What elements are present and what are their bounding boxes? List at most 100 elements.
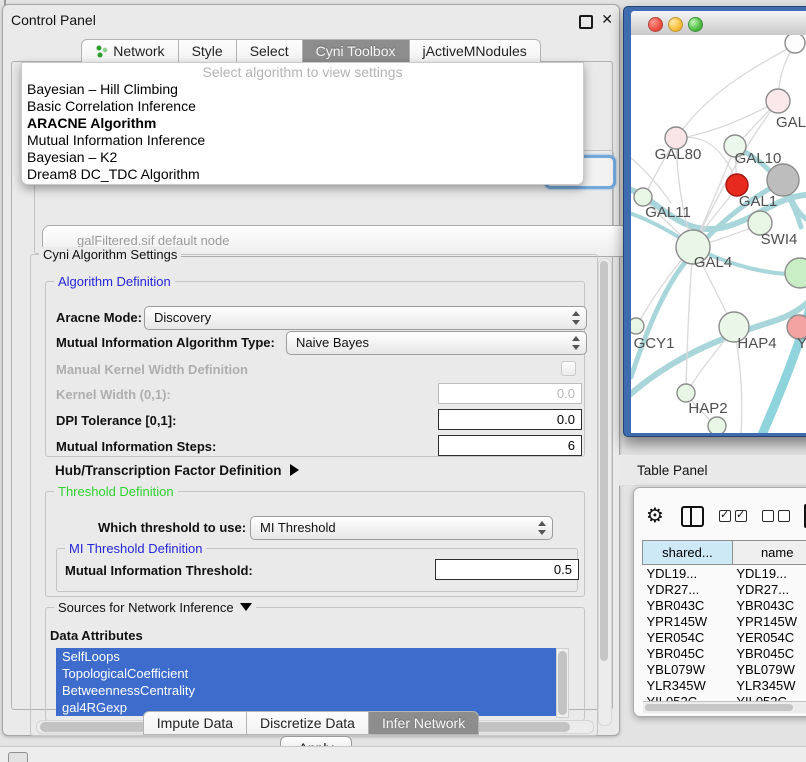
network-edge xyxy=(687,102,777,137)
table-cell: YBR045C xyxy=(643,645,733,661)
table-cell: YBL079W xyxy=(643,661,733,677)
data-attributes-label: Data Attributes xyxy=(50,628,143,643)
tab-label: Style xyxy=(192,40,223,62)
mi-threshold-field[interactable]: 0.5 xyxy=(435,559,579,580)
tab-network[interactable]: Network xyxy=(81,39,178,63)
tab-jactivemnodules[interactable]: jActiveMNodules xyxy=(409,39,541,63)
attribute-item-topologicalcoefficient[interactable]: TopologicalCoefficient xyxy=(56,665,568,682)
mi-steps-field[interactable]: 6 xyxy=(438,435,582,456)
mac-close-icon[interactable] xyxy=(648,17,663,32)
kernel-width-field[interactable]: 0.0 xyxy=(438,383,582,404)
network-view-window[interactable]: GALGAL80GAL10GAL1GAL11GAL4SWI4GCY1HAP4YH… xyxy=(623,6,806,437)
algorithm-option-mutual-information-inference[interactable]: Mutual Information Inference xyxy=(22,132,583,149)
table-row[interactable]: YLR345WYLR345W9. xyxy=(643,677,806,693)
table-cell: YPR145W xyxy=(732,613,806,629)
which-threshold-combo[interactable]: MI Threshold xyxy=(250,516,553,540)
network-node[interactable] xyxy=(785,35,805,53)
table-header-row[interactable]: shared...nameA xyxy=(643,541,806,565)
network-canvas-svg: GALGAL80GAL10GAL1GAL11GAL4SWI4GCY1HAP4YH… xyxy=(631,35,806,433)
mac-zoom-icon[interactable] xyxy=(688,17,703,32)
gear-icon[interactable]: ⚙ xyxy=(646,505,664,527)
table-horizontal-scrollbar[interactable] xyxy=(643,701,806,713)
hub-definition-toggle[interactable]: Hub/Transcription Factor Definition xyxy=(55,463,299,478)
tab-label: Network xyxy=(113,40,164,62)
network-edge xyxy=(686,248,693,391)
threshold-definition-title: Threshold Definition xyxy=(54,484,178,499)
mi-steps-label: Mutual Information Steps: xyxy=(56,439,216,454)
attributes-vertical-scrollbar[interactable] xyxy=(556,648,569,718)
bottom-tab-discretize-data[interactable]: Discretize Data xyxy=(246,711,369,735)
mi-type-value: Naive Bayes xyxy=(296,335,369,350)
expanded-arrow-icon xyxy=(240,603,252,611)
column-layout-icon[interactable] xyxy=(681,506,704,527)
column-header-name[interactable]: name xyxy=(732,541,806,565)
tab-label: Select xyxy=(250,40,289,62)
table-cell: YBR043C xyxy=(643,597,733,613)
settings-vertical-scrollbar[interactable] xyxy=(598,258,612,726)
minimized-window-fragment[interactable] xyxy=(8,752,28,762)
bottom-tab-infer-network[interactable]: Infer Network xyxy=(368,711,479,735)
control-panel-title: Control Panel xyxy=(11,12,96,28)
column-header-shared[interactable]: shared... xyxy=(643,541,733,565)
sources-title[interactable]: Sources for Network Inference xyxy=(54,600,256,615)
combo-arrows-icon xyxy=(571,332,581,354)
network-node[interactable] xyxy=(708,417,726,433)
network-window-titlebar[interactable] xyxy=(631,11,806,36)
tab-label: jActiveMNodules xyxy=(423,40,527,62)
attribute-item-selfloops[interactable]: SelfLoops xyxy=(56,648,568,665)
control-panel-window: Control Panel ✕ Network Style Select Cyni T… xyxy=(2,4,620,736)
node-table[interactable]: shared...nameA YDL19...YDL19...13YDR27..… xyxy=(642,540,806,709)
network-canvas[interactable]: GALGAL80GAL10GAL1GAL11GAL4SWI4GCY1HAP4YH… xyxy=(631,35,806,433)
tab-select[interactable]: Select xyxy=(236,39,303,63)
table-row[interactable]: YBR045CYBR045C9. xyxy=(643,645,806,661)
table-panel-titlebar: Table Panel xyxy=(619,455,806,486)
mac-minimize-icon[interactable] xyxy=(668,17,683,32)
close-icon[interactable]: ✕ xyxy=(601,11,613,28)
table-body[interactable]: YDL19...YDL19...13YDR27...YDR27...12YBR0… xyxy=(643,565,806,710)
aracne-mode-value: Discovery xyxy=(154,310,211,325)
table-cell: YBR043C xyxy=(732,597,806,613)
table-row[interactable]: YBR043CYBR043C xyxy=(643,597,806,613)
node-label-gal11: GAL11 xyxy=(645,204,691,221)
hub-definition-label: Hub/Transcription Factor Definition xyxy=(55,463,282,478)
dpi-tolerance-field[interactable]: 0.0 xyxy=(438,409,582,430)
node-label-gal10: GAL10 xyxy=(735,150,782,167)
algorithm-option-bayesian-k2[interactable]: Bayesian – K2 xyxy=(22,149,583,166)
aracne-mode-combo[interactable]: Discovery xyxy=(144,306,587,330)
table-cell: YER054C xyxy=(643,629,733,645)
control-panel-titlebar[interactable]: Control Panel ✕ xyxy=(3,5,619,33)
table-row[interactable]: YER054CYER054C8. xyxy=(643,629,806,645)
settings-group-title: Cyni Algorithm Settings xyxy=(39,247,181,262)
table-row[interactable]: YDR27...YDR27...12 xyxy=(643,581,806,597)
network-node-gcy1[interactable] xyxy=(631,318,644,334)
data-attributes-list[interactable]: SelfLoopsTopologicalCoefficientBetweenne… xyxy=(56,648,568,716)
network-icon xyxy=(95,45,108,58)
manual-kernel-checkbox[interactable] xyxy=(561,361,576,376)
network-node[interactable] xyxy=(767,164,799,196)
table-cell: YBL079W xyxy=(732,661,806,677)
manual-kernel-label: Manual Kernel Width Definition xyxy=(56,362,248,377)
node-label-hap4: HAP4 xyxy=(737,335,776,352)
table-cell: YDR27... xyxy=(732,581,806,597)
attribute-item-betweennesscentrality[interactable]: BetweennessCentrality xyxy=(56,682,568,699)
tab-cyni-toolbox[interactable]: Cyni Toolbox xyxy=(302,39,410,63)
bottom-tab-impute-data[interactable]: Impute Data xyxy=(143,711,247,735)
network-node-gal[interactable] xyxy=(766,89,790,113)
algorithm-option-dream8-dc-tdc-algorithm[interactable]: Dream8 DC_TDC Algorithm xyxy=(22,166,583,183)
table-row[interactable]: YBL079WYBL079W xyxy=(643,661,806,677)
deselect-all-rows-icon[interactable] xyxy=(762,510,790,522)
mi-type-combo[interactable]: Naive Bayes xyxy=(286,331,587,355)
algorithm-dropdown-popup: Select algorithm to view settings Bayesi… xyxy=(21,62,584,185)
network-node-swi4[interactable] xyxy=(785,258,806,288)
select-all-rows-icon[interactable] xyxy=(719,510,747,522)
table-row[interactable]: YPR145WYPR145W9. xyxy=(643,613,806,629)
algorithm-option-aracne-algorithm[interactable]: ARACNE Algorithm xyxy=(22,115,583,132)
algorithm-option-bayesian-hill-climbing[interactable]: Bayesian – Hill Climbing xyxy=(22,81,583,98)
algorithm-option-basic-correlation-inference[interactable]: Basic Correlation Inference xyxy=(22,98,583,115)
table-panel-title: Table Panel xyxy=(637,463,708,478)
tab-style[interactable]: Style xyxy=(178,39,237,63)
table-row[interactable]: YDL19...YDL19...13 xyxy=(643,565,806,582)
table-cell: YLR345W xyxy=(732,677,806,693)
float-window-icon[interactable] xyxy=(579,15,593,29)
threshold-definition-group: Threshold Definition Which threshold to … xyxy=(45,491,585,597)
